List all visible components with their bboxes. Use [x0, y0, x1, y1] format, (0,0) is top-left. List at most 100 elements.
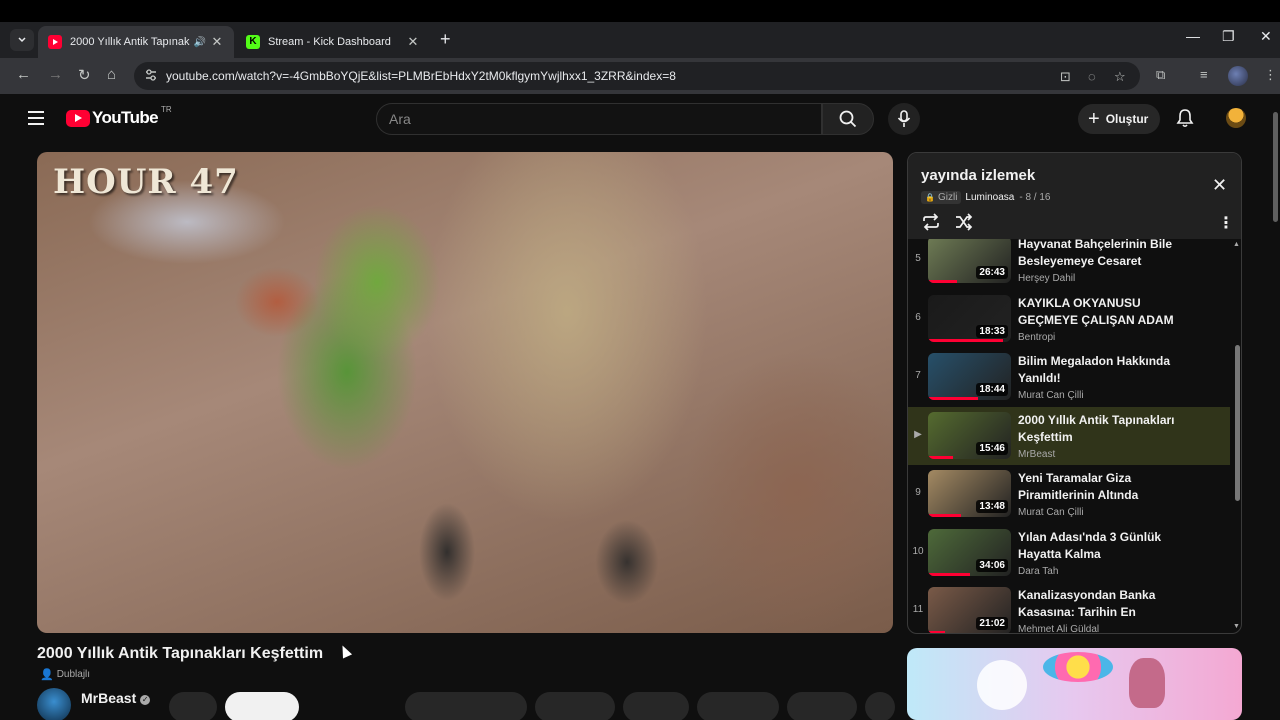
playlist-item[interactable]: 6 18:33 KAYIKLA OKYANUSU GEÇMEYE ÇALIŞAN A…: [908, 290, 1230, 348]
search-button[interactable]: [822, 103, 874, 135]
close-window-icon[interactable]: ✕: [1260, 28, 1272, 45]
playlist-item-title[interactable]: Yeni Taramalar Giza Piramitlerinin Altın…: [1018, 470, 1193, 504]
logo-text: YouTube: [92, 108, 159, 127]
bookmark-star-icon[interactable]: ☆: [1114, 69, 1126, 85]
video-thumbnail[interactable]: 21:02: [928, 587, 1011, 633]
watch-progress-bar: [928, 280, 958, 283]
channel-name[interactable]: MrBeast ✓: [81, 690, 151, 706]
ad-logo: [1043, 652, 1113, 682]
subscribe-button[interactable]: [225, 692, 299, 720]
back-icon[interactable]: ←: [16, 66, 31, 83]
more-vert-icon[interactable]: ⋮: [1218, 213, 1234, 233]
menu-kebab-icon[interactable]: ⋮: [1264, 67, 1277, 83]
video-thumbnail[interactable]: 26:43: [928, 239, 1011, 283]
playlist-item-channel: MrBeast: [1018, 448, 1056, 460]
playlist-scrollbar[interactable]: ▲ ▼: [1233, 239, 1241, 633]
tab-youtube[interactable]: 2000 Yıllık Antik Tapınakları Keşfettim …: [38, 26, 234, 58]
restore-icon[interactable]: ❐: [1222, 28, 1235, 45]
video-player[interactable]: HOUR 47: [37, 152, 893, 633]
playlist-position: 8 / 16: [1025, 192, 1051, 203]
join-button[interactable]: [169, 692, 217, 720]
site-info-icon[interactable]: [144, 68, 158, 82]
playlist-item-channel: Murat Can Çilli: [1018, 507, 1084, 518]
loop-icon[interactable]: [921, 213, 941, 236]
youtube-logo[interactable]: YouTube TR: [66, 105, 172, 128]
playlist-item[interactable]: 9 13:48 Yeni Taramalar Giza Piramitlerinin…: [908, 465, 1230, 523]
address-bar[interactable]: youtube.com/watch?v=-4GmbBoYQjE&list=PLM…: [134, 62, 1140, 90]
playlist-title[interactable]: yayında izlemek: [921, 167, 1035, 184]
playlist-item-channel: Murat Can Çilli: [1018, 390, 1084, 401]
playlist-item[interactable]: 7 18:44 Bilim Megaladon Hakkında Yanıldı! M…: [908, 348, 1230, 406]
page-scrollbar-thumb[interactable]: [1273, 112, 1278, 222]
playlist-item-index: ▶: [914, 428, 922, 440]
playlist-item[interactable]: 5 26:43 Hayvanat Bahçelerinin Bile Besleye…: [908, 239, 1230, 289]
video-thumbnail[interactable]: 18:33: [928, 294, 1011, 342]
video-thumbnail[interactable]: 15:46: [928, 411, 1011, 459]
speaker-icon[interactable]: 🔊: [194, 37, 206, 48]
playlist-owner[interactable]: Luminoasa: [965, 192, 1014, 203]
person-voice-icon: 👤: [40, 669, 54, 681]
video-thumbnail[interactable]: 13:48: [928, 470, 1011, 517]
playlist-item-title[interactable]: Hayvanat Bahçelerinin Bile Besleyemeye C…: [1018, 239, 1193, 270]
ad-character: [1129, 658, 1165, 708]
playlist-item-title[interactable]: 2000 Yıllık Antik Tapınakları Keşfettim: [1018, 412, 1193, 446]
duration-badge: 26:43: [976, 266, 1008, 279]
dubbed-label: Dublajlı: [56, 669, 91, 680]
extensions-icon[interactable]: ⧉: [1156, 67, 1165, 83]
forward-icon[interactable]: →: [48, 66, 63, 83]
video-thumbnail[interactable]: 34:06: [928, 528, 1011, 576]
voice-search-button[interactable]: [888, 103, 920, 135]
playlist-item-title[interactable]: Kanalizasyondan Banka Kasasına: Tarihin …: [1018, 587, 1193, 621]
shuffle-icon[interactable]: [954, 213, 974, 236]
watch-progress-bar: [928, 338, 1003, 342]
playlist-item-title[interactable]: KAYIKLA OKYANUSU GEÇMEYE ÇALIŞAN ADAM: [1018, 295, 1193, 329]
tab-kick[interactable]: K Stream - Kick Dashboard ✕: [236, 26, 430, 58]
tab-search-button[interactable]: [10, 29, 34, 51]
playlist-item-index: 10: [912, 545, 924, 557]
like-dislike-button[interactable]: [405, 692, 527, 720]
profile-avatar[interactable]: [1228, 66, 1248, 86]
clip-button[interactable]: [623, 692, 689, 720]
duration-badge: 15:46: [976, 441, 1008, 455]
close-icon[interactable]: ✕: [1212, 175, 1227, 196]
playlist-item-title[interactable]: Yılan Adası'nda 3 Günlük Hayatta Kalma: [1018, 529, 1193, 563]
video-thumbnail[interactable]: 18:44: [928, 353, 1011, 400]
minimize-icon[interactable]: —: [1186, 28, 1200, 44]
share-button[interactable]: [535, 692, 615, 720]
playlist-panel: yayında izlemek 🔒 Gizli Luminoasa - 8 / 1…: [907, 152, 1242, 634]
create-button[interactable]: + Oluştur: [1078, 104, 1161, 134]
playlist-item[interactable]: ▶ 15:46 2000 Yıllık Antik Tapınakları Keşf…: [908, 406, 1230, 465]
playlist-item-channel: Herşey Dahil: [1018, 273, 1076, 284]
playlist-item-title[interactable]: Bilim Megaladon Hakkında Yanıldı!: [1018, 353, 1193, 387]
channel-avatar[interactable]: [37, 688, 71, 720]
close-tab-icon[interactable]: ✕: [210, 34, 224, 50]
watch-progress-bar: [928, 455, 953, 459]
mouse-cursor: [337, 643, 353, 659]
page-scrollbar[interactable]: [1272, 104, 1278, 718]
new-tab-icon[interactable]: +: [440, 29, 451, 50]
search-input[interactable]: [377, 104, 821, 134]
hamburger-menu-icon[interactable]: [28, 111, 44, 129]
playlist-item-index: 7: [915, 370, 921, 381]
media-control-icon[interactable]: ≡: [1200, 67, 1208, 82]
install-app-icon[interactable]: ⊡: [1060, 69, 1071, 85]
reload-icon[interactable]: ↻: [78, 66, 91, 84]
more-actions-button[interactable]: [865, 692, 895, 720]
playlist-item[interactable]: 10 34:06 Yılan Adası'nda 3 Günlük Hayatta …: [908, 524, 1230, 582]
playlist-item[interactable]: 11 21:02 Kanalizasyondan Banka Kasasına: T…: [908, 582, 1230, 633]
browser-tab-bar: 2000 Yıllık Antik Tapınakları Keşfettim …: [0, 22, 1280, 58]
search-box[interactable]: [376, 103, 822, 135]
scroll-up-icon[interactable]: ▲: [1233, 241, 1240, 248]
eye-off-icon[interactable]: ◌: [1088, 69, 1096, 84]
account-avatar[interactable]: [1226, 108, 1246, 128]
notifications-bell-icon[interactable]: [1176, 108, 1194, 133]
save-button[interactable]: [697, 692, 779, 720]
close-tab-icon[interactable]: ✕: [406, 34, 420, 50]
ad-banner[interactable]: [907, 648, 1242, 720]
download-button[interactable]: [787, 692, 857, 720]
scroll-down-icon[interactable]: ▼: [1233, 623, 1240, 630]
scrollbar-thumb[interactable]: [1235, 345, 1240, 501]
home-icon[interactable]: ⌂: [107, 66, 116, 83]
dubbed-badge: 👤 Dublajlı: [40, 668, 90, 681]
youtube-play-icon: [66, 109, 90, 127]
